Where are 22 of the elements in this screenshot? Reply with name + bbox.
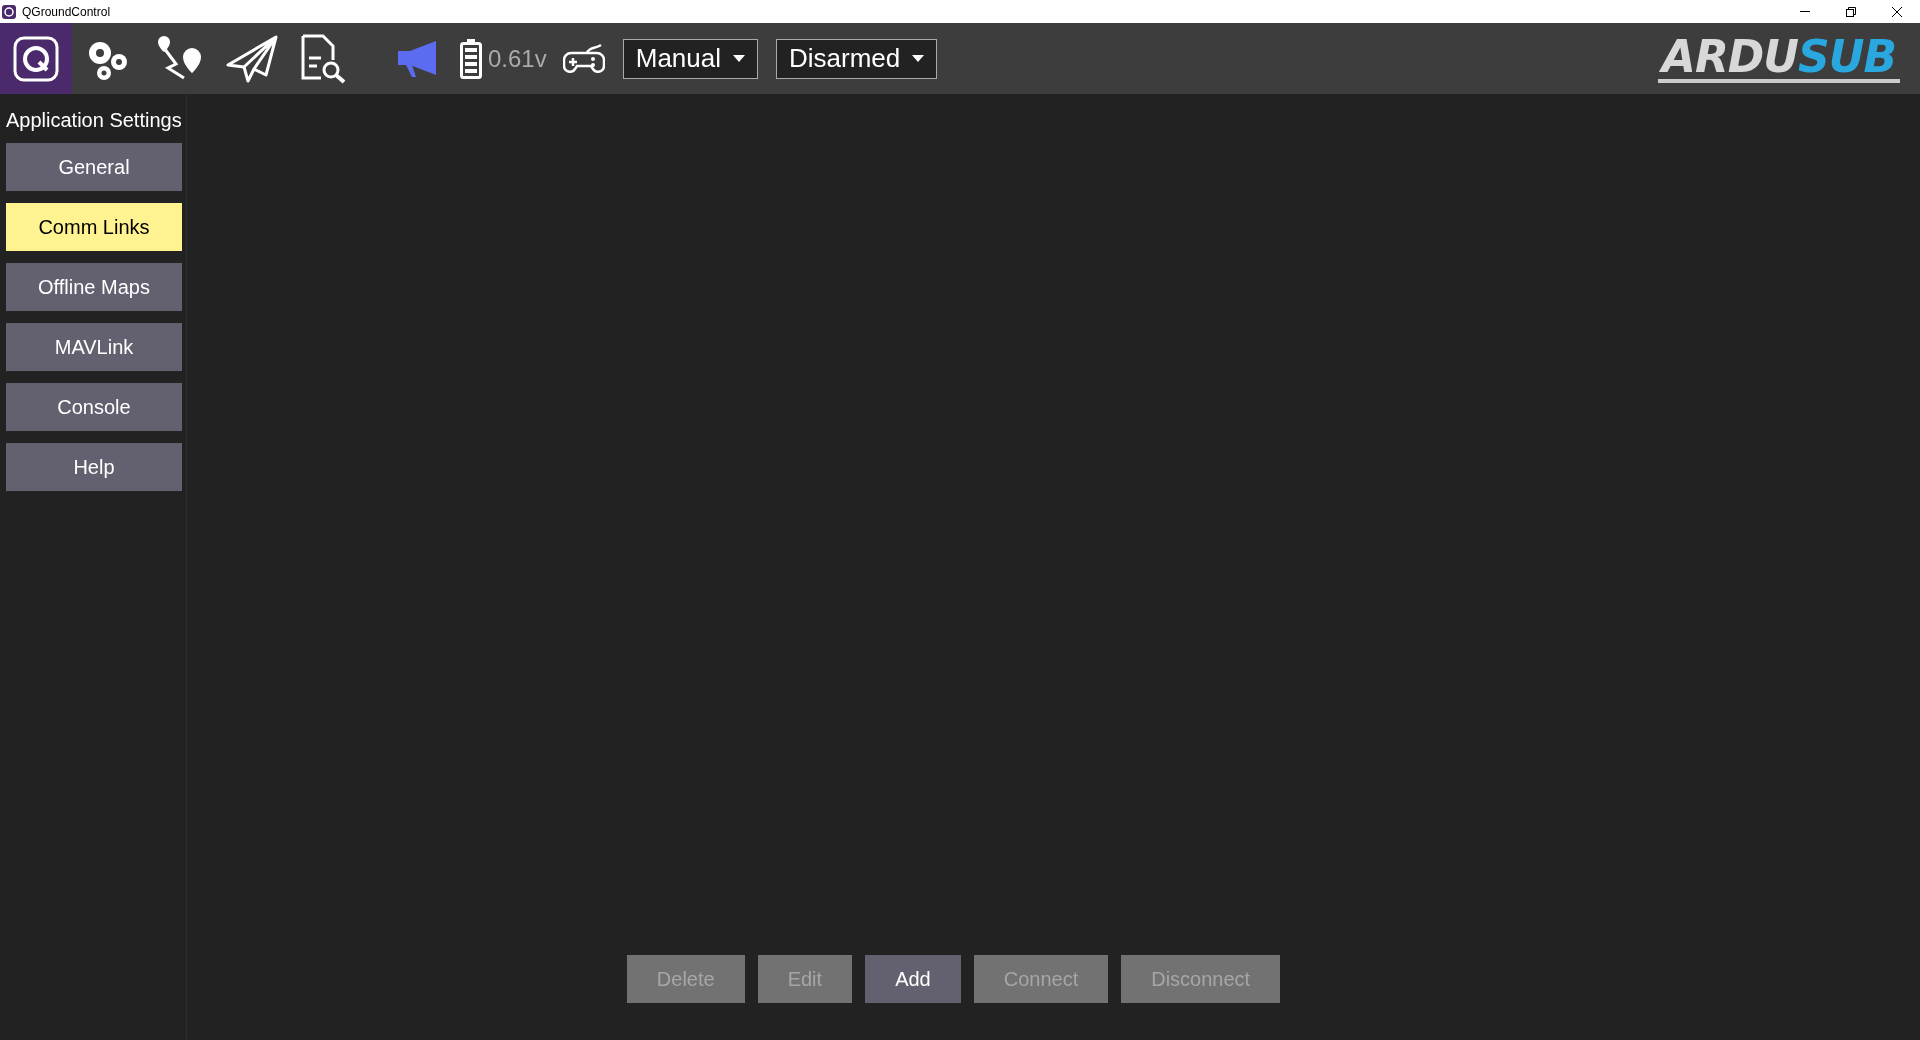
paper-plane-icon[interactable] xyxy=(226,34,278,83)
arm-state-dropdown[interactable]: Disarmed xyxy=(776,38,938,79)
brand-logo: ARDUSUB xyxy=(1657,34,1900,83)
window-title: QGroundControl xyxy=(22,4,111,19)
battery-voltage: 0.61v xyxy=(488,44,547,73)
link-action-button[interactable]: Add xyxy=(865,955,961,1003)
gamepad-icon[interactable] xyxy=(562,42,605,75)
flight-mode-dropdown[interactable]: Manual xyxy=(622,38,758,79)
sidebar-item[interactable]: Help xyxy=(6,443,182,491)
close-icon[interactable] xyxy=(1892,6,1902,17)
sidebar-item[interactable]: MAVLink xyxy=(6,323,182,371)
battery-icon xyxy=(460,38,482,79)
sidebar-title: Application Settings xyxy=(6,108,182,132)
caret-icon xyxy=(733,55,745,62)
app-menu-button[interactable] xyxy=(0,23,72,94)
logo-icon xyxy=(13,35,59,82)
sidebar-item[interactable]: Offline Maps xyxy=(6,263,182,311)
sidebar-item[interactable]: Comm Links xyxy=(6,203,182,251)
caret-icon xyxy=(912,55,925,62)
sidebar-item[interactable]: General xyxy=(6,143,182,191)
sidebar-item[interactable]: Console xyxy=(6,383,182,431)
restore-icon[interactable] xyxy=(1846,6,1856,17)
